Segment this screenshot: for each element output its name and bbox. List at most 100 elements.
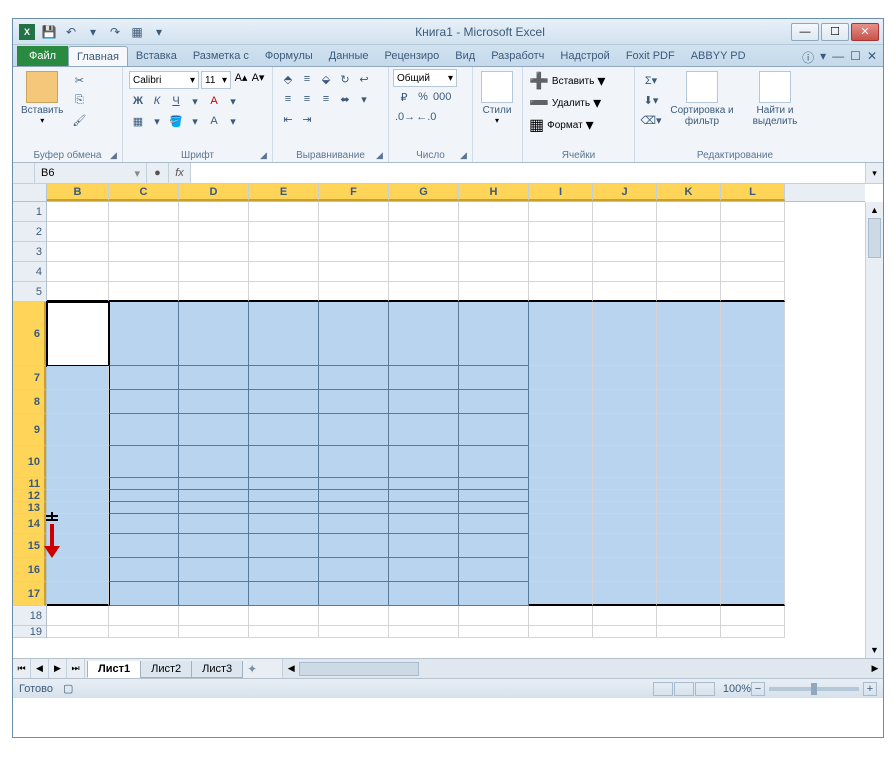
indent-dec-icon[interactable]: ⇤ <box>279 110 297 128</box>
cell-F18[interactable] <box>319 606 389 626</box>
cell-F5[interactable] <box>319 282 389 302</box>
undo-icon[interactable]: ↶ <box>61 22 81 42</box>
cell-H14[interactable] <box>459 514 529 534</box>
cell-E11[interactable] <box>249 478 319 490</box>
cell-E15[interactable] <box>249 534 319 558</box>
row-header-14[interactable]: 14 <box>13 514 46 534</box>
cell-L4[interactable] <box>721 262 785 282</box>
italic-button[interactable]: К <box>148 92 166 110</box>
cell-F16[interactable] <box>319 558 389 582</box>
cell-I18[interactable] <box>529 606 593 626</box>
cell-F2[interactable] <box>319 222 389 242</box>
doc-restore-icon[interactable]: ☐ <box>850 49 861 66</box>
cell-C9[interactable] <box>109 414 179 446</box>
cell-H10[interactable] <box>459 446 529 478</box>
view-pagebreak-icon[interactable] <box>695 682 715 696</box>
cell-J6[interactable] <box>593 302 657 366</box>
cell-K16[interactable] <box>657 558 721 582</box>
cell-L6[interactable] <box>721 302 785 366</box>
cell-H6[interactable] <box>459 302 529 366</box>
cell-B13[interactable] <box>47 502 109 514</box>
tab-формулы[interactable]: Формулы <box>257 46 321 66</box>
cell-D13[interactable] <box>179 502 249 514</box>
cell-I1[interactable] <box>529 202 593 222</box>
cell-G8[interactable] <box>389 390 459 414</box>
cell-H2[interactable] <box>459 222 529 242</box>
cell-J15[interactable] <box>593 534 657 558</box>
cell-J14[interactable] <box>593 514 657 534</box>
cell-E17[interactable] <box>249 582 319 606</box>
cell-L13[interactable] <box>721 502 785 514</box>
cell-I12[interactable] <box>529 490 593 502</box>
cell-F15[interactable] <box>319 534 389 558</box>
cell-G14[interactable] <box>389 514 459 534</box>
row-header-1[interactable]: 1 <box>13 202 46 222</box>
cell-H3[interactable] <box>459 242 529 262</box>
cell-K19[interactable] <box>657 626 721 638</box>
cell-L5[interactable] <box>721 282 785 302</box>
cell-G9[interactable] <box>389 414 459 446</box>
cell-F8[interactable] <box>319 390 389 414</box>
cell-I5[interactable] <box>529 282 593 302</box>
cell-B4[interactable] <box>47 262 109 282</box>
cell-L19[interactable] <box>721 626 785 638</box>
cell-F7[interactable] <box>319 366 389 390</box>
cell-K14[interactable] <box>657 514 721 534</box>
hscroll-left-icon[interactable]: ◀ <box>283 663 299 674</box>
cell-F4[interactable] <box>319 262 389 282</box>
align-top-icon[interactable]: ⬘ <box>279 70 297 88</box>
cell-I8[interactable] <box>529 390 593 414</box>
font-size-select[interactable]: 11▾ <box>201 71 231 89</box>
minimize-button[interactable]: — <box>791 23 819 41</box>
cell-B7[interactable] <box>47 366 109 390</box>
cell-C12[interactable] <box>109 490 179 502</box>
cell-D17[interactable] <box>179 582 249 606</box>
cell-K15[interactable] <box>657 534 721 558</box>
cell-L3[interactable] <box>721 242 785 262</box>
cell-F11[interactable] <box>319 478 389 490</box>
formula-bar-input[interactable] <box>191 163 865 183</box>
cell-G13[interactable] <box>389 502 459 514</box>
cell-E9[interactable] <box>249 414 319 446</box>
tab-данные[interactable]: Данные <box>321 46 377 66</box>
view-normal-icon[interactable] <box>653 682 673 696</box>
cell-L8[interactable] <box>721 390 785 414</box>
underline-button[interactable]: Ч <box>167 92 185 110</box>
row-header-6[interactable]: 6 <box>13 302 46 366</box>
cell-G5[interactable] <box>389 282 459 302</box>
cell-I4[interactable] <box>529 262 593 282</box>
sheet-nav-first-icon[interactable]: ⏮ <box>13 659 31 678</box>
tab-foxit pdf[interactable]: Foxit PDF <box>618 46 683 66</box>
cell-D14[interactable] <box>179 514 249 534</box>
cell-C11[interactable] <box>109 478 179 490</box>
cell-D15[interactable] <box>179 534 249 558</box>
cell-C18[interactable] <box>109 606 179 626</box>
cell-K12[interactable] <box>657 490 721 502</box>
cell-C19[interactable] <box>109 626 179 638</box>
row-header-5[interactable]: 5 <box>13 282 46 302</box>
sheet-nav-prev-icon[interactable]: ◀ <box>31 659 49 678</box>
cell-E14[interactable] <box>249 514 319 534</box>
cell-B5[interactable] <box>47 282 109 302</box>
cells-delete-button[interactable]: ➖Удалить ▾ <box>529 93 601 113</box>
col-header-B[interactable]: B <box>47 184 109 201</box>
row-header-9[interactable]: 9 <box>13 414 46 446</box>
cell-D5[interactable] <box>179 282 249 302</box>
row-header-15[interactable]: 15 <box>13 534 46 558</box>
cell-H9[interactable] <box>459 414 529 446</box>
cell-E2[interactable] <box>249 222 319 242</box>
cell-J19[interactable] <box>593 626 657 638</box>
row-header-17[interactable]: 17 <box>13 582 46 606</box>
cell-G19[interactable] <box>389 626 459 638</box>
cell-J18[interactable] <box>593 606 657 626</box>
cell-J10[interactable] <box>593 446 657 478</box>
cell-G11[interactable] <box>389 478 459 490</box>
cell-I6[interactable] <box>529 302 593 366</box>
fill-color-icon[interactable]: 🪣 <box>167 112 185 130</box>
sheet-tab-Лист1[interactable]: Лист1 <box>87 661 141 678</box>
cell-G18[interactable] <box>389 606 459 626</box>
align-bottom-icon[interactable]: ⬙ <box>317 70 335 88</box>
cell-D10[interactable] <box>179 446 249 478</box>
tab-вид[interactable]: Вид <box>447 46 483 66</box>
cell-G15[interactable] <box>389 534 459 558</box>
